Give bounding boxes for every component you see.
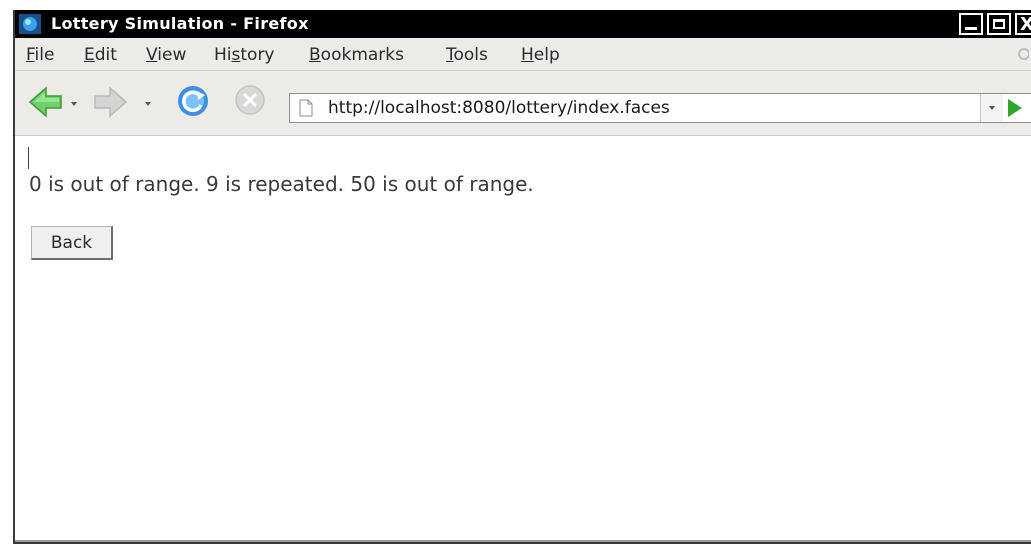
menu-edit[interactable]: Edit xyxy=(84,45,117,65)
forward-arrow-icon xyxy=(91,83,129,125)
close-button[interactable]: X xyxy=(1015,13,1031,35)
forward-dropdown-icon xyxy=(145,102,151,106)
text-caret xyxy=(28,147,29,169)
url-dropdown-icon[interactable] xyxy=(980,94,1003,122)
navigation-toolbar: http://localhost:8080/lottery/index.face… xyxy=(15,71,1031,136)
throbber-icon xyxy=(1015,46,1030,62)
menu-bookmarks[interactable]: Bookmarks xyxy=(309,45,404,65)
browser-window: Lottery Simulation - Firefox X File Edit… xyxy=(13,10,1031,544)
page-content: 0 is out of range. 9 is repeated. 50 is … xyxy=(15,136,1031,542)
back-button[interactable]: Back xyxy=(31,226,113,260)
title-bar: Lottery Simulation - Firefox X xyxy=(15,10,1031,38)
menu-file[interactable]: File xyxy=(26,45,54,65)
url-text[interactable]: http://localhost:8080/lottery/index.face… xyxy=(328,98,670,118)
menu-help[interactable]: Help xyxy=(521,45,560,65)
close-icon: X xyxy=(1020,14,1031,35)
url-bar[interactable]: http://localhost:8080/lottery/index.face… xyxy=(289,93,1031,123)
menu-tools[interactable]: Tools xyxy=(446,45,488,65)
menu-view[interactable]: View xyxy=(146,45,186,65)
validation-message: 0 is out of range. 9 is repeated. 50 is … xyxy=(29,172,534,196)
status-bar-edge xyxy=(15,540,1031,542)
minimize-button[interactable] xyxy=(959,13,983,35)
back-arrow-icon[interactable] xyxy=(27,83,65,125)
maximize-button[interactable] xyxy=(987,13,1011,35)
reload-icon[interactable] xyxy=(175,83,211,123)
firefox-globe-icon xyxy=(19,14,41,34)
back-dropdown-icon[interactable] xyxy=(71,102,77,106)
window-title: Lottery Simulation - Firefox xyxy=(51,14,309,33)
page-icon xyxy=(298,99,314,121)
stop-icon xyxy=(233,83,267,121)
go-arrow-icon[interactable] xyxy=(1005,97,1023,123)
menu-bar: File Edit View History Bookmarks Tools H… xyxy=(15,38,1031,71)
menu-history[interactable]: History xyxy=(214,45,275,65)
